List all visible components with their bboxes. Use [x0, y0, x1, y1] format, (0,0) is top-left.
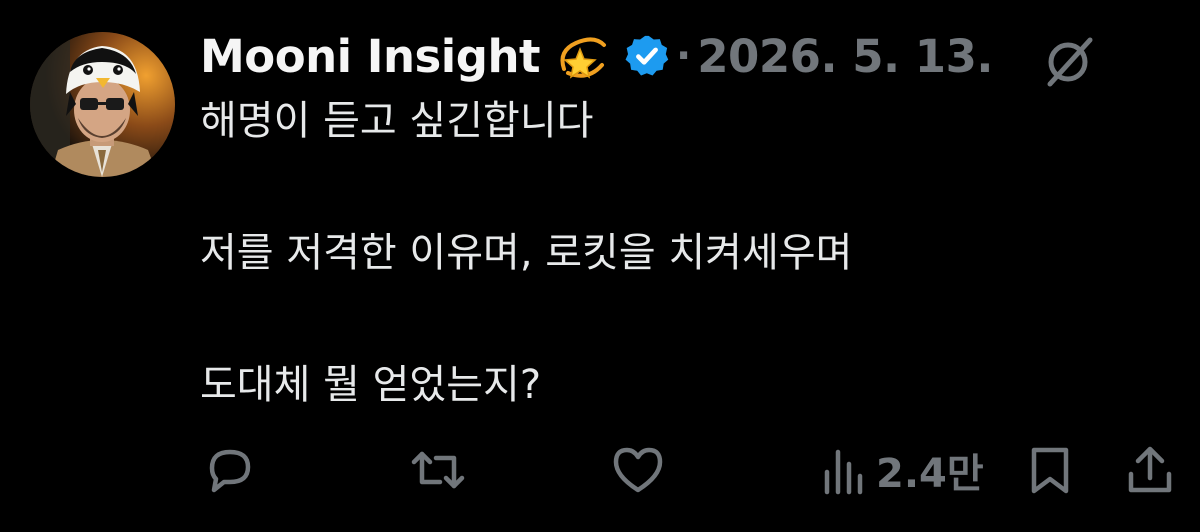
grok-icon[interactable] [1040, 32, 1096, 88]
bookmark-icon [1031, 447, 1069, 494]
dizzy-star-emoji-icon [554, 31, 610, 81]
share-button[interactable] [1124, 430, 1176, 510]
retweet-button[interactable] [410, 430, 466, 510]
tweet-line: 해명이 듣고 싶긴합니다 [200, 98, 594, 144]
like-icon [613, 447, 663, 493]
views-count: 2.4만 [876, 451, 984, 497]
share-icon [1128, 446, 1172, 493]
reply-button[interactable] [204, 430, 256, 510]
views-button[interactable]: 2.4만 [822, 430, 984, 510]
separator-dot: · [676, 33, 692, 79]
action-bar: 2.4만 [0, 430, 1200, 510]
reply-icon [209, 449, 251, 493]
retweet-icon [411, 451, 465, 489]
avatar-image [30, 32, 175, 177]
tweet-header: Mooni Insight · 2026. 5. 13. [200, 28, 993, 84]
timestamp[interactable]: 2026. 5. 13. [697, 30, 993, 83]
like-button[interactable] [610, 430, 666, 510]
tweet-line: 저를 저격한 이유며, 로킷을 치켜세우며 [200, 230, 853, 276]
views-icon [824, 449, 863, 495]
tweet-text: 해명이 듣고 싶긴합니다 저를 저격한 이유며, 로킷을 치켜세우며 도대체 뭘… [200, 88, 1160, 418]
avatar[interactable] [30, 32, 175, 177]
bookmark-button[interactable] [1026, 430, 1074, 510]
verified-badge-icon[interactable] [624, 33, 670, 79]
tweet-line: 도대체 뭘 얻었는지? [200, 362, 542, 408]
author-name[interactable]: Mooni Insight [200, 30, 541, 83]
